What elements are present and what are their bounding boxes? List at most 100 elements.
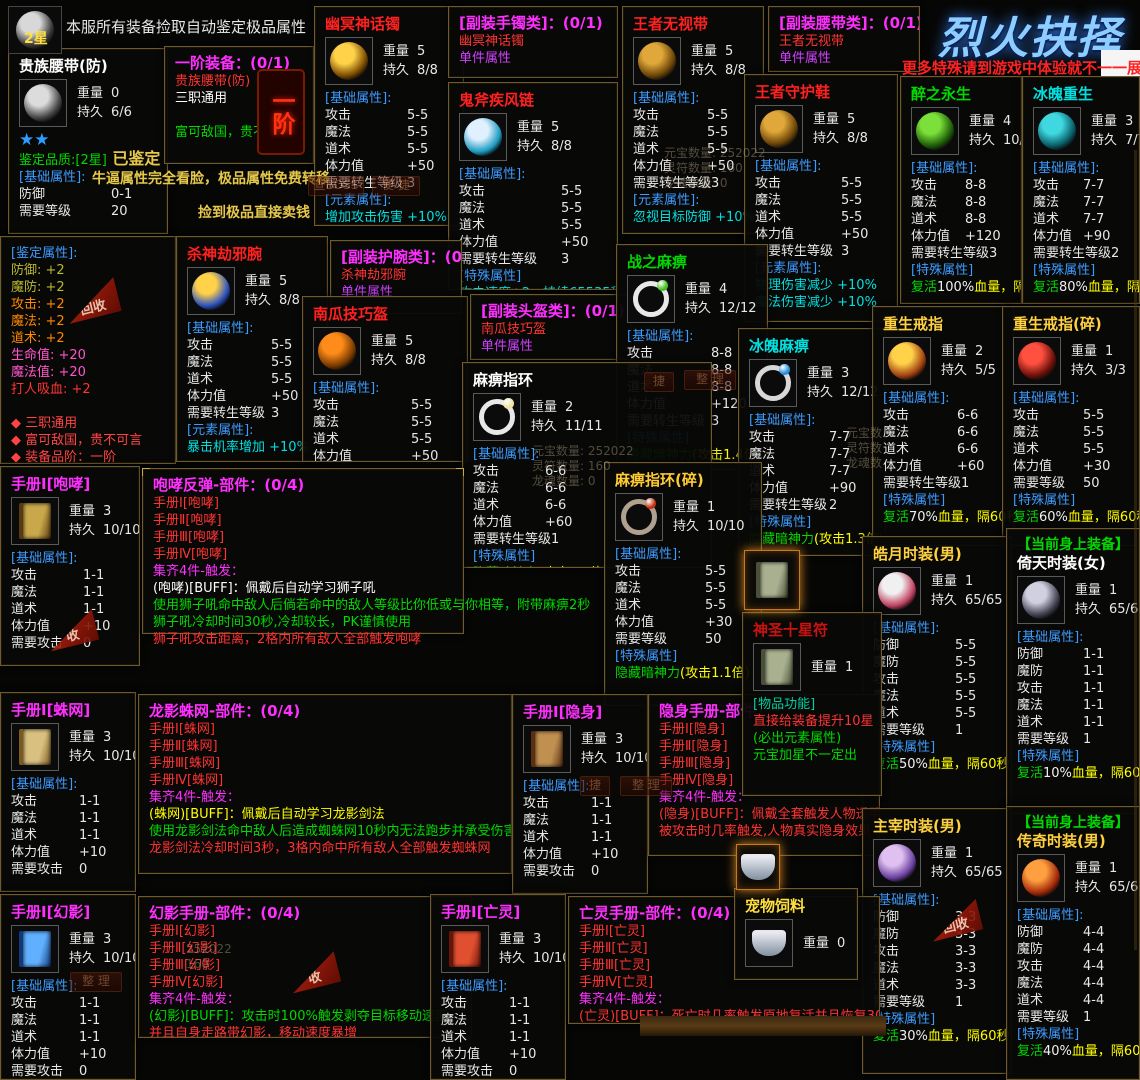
holy-charm-slot-icon[interactable]: [744, 550, 800, 610]
weight-label: 重量: [245, 274, 271, 289]
paralysis-ring-icon[interactable]: [473, 393, 521, 441]
weight-value: 3: [103, 932, 111, 947]
attr-value: 8-8: [965, 194, 1011, 211]
item-icon-row: 重量1持久3/3: [1013, 337, 1129, 385]
bg-info-line: 龙魂数量: 0: [664, 176, 766, 191]
item-icon-row: 重量3持久10/10: [523, 725, 637, 773]
manual-phantom-icon[interactable]: [11, 925, 59, 973]
manual-undead-icon[interactable]: [441, 925, 489, 973]
item-icon-row: 重量1持久65/65: [1017, 854, 1129, 902]
pet-food-icon[interactable]: [745, 919, 793, 967]
durability-label: 持久: [807, 385, 833, 400]
attr-value: 0: [79, 861, 125, 878]
attr-row: 体力值+50: [755, 226, 887, 243]
text-part: 手册Ⅳ[蛛网]: [149, 773, 223, 788]
attr-row: 体力值+120: [911, 228, 1011, 245]
quick-button[interactable]: 便 捷: [372, 176, 420, 196]
drunk-eternal-tooltip: 醉之永生重量4持久10/10[基础属性]:攻击8-8魔法8-8道术8-8体力值+…: [900, 76, 1022, 304]
rebirth-ring-icon[interactable]: [883, 337, 931, 385]
durability-value: 8/8: [405, 353, 426, 368]
attr-row: 魔法7-7: [1033, 194, 1129, 211]
attr-row: 魔法1-1: [1017, 697, 1129, 714]
noble-belt-icon[interactable]: [19, 79, 67, 127]
killgod-wrist-icon[interactable]: [187, 267, 235, 315]
item-title: 战之麻痹: [627, 253, 757, 272]
attr-label: 体力值: [313, 448, 352, 462]
king-belt-icon[interactable]: [633, 37, 681, 85]
weight-value: 1: [1109, 861, 1117, 876]
attr-row: 需要攻击0: [523, 863, 637, 880]
attr-row: 需要等级50: [1013, 475, 1129, 492]
manual-web-icon[interactable]: [11, 723, 59, 771]
section-header: [基础属性]:: [1013, 390, 1129, 407]
attr-row: 魔法5-5: [187, 354, 317, 371]
weight-line: 重量5: [813, 110, 868, 129]
set-line: 集齐4件-触发：: [153, 563, 453, 580]
ghost-bracelet-icon[interactable]: [325, 37, 373, 85]
attr-label: 魔法: [883, 424, 909, 441]
tidy-button[interactable]: 整 理: [70, 972, 122, 992]
durability-line: 持久8/8: [245, 291, 300, 310]
attr-row: 需要攻击0: [11, 861, 125, 878]
dress-yitian-tooltip: 【当前身上装备】倚天时装(女)重量1持久65/65[基础属性]:防御1-1魔防1…: [1006, 528, 1140, 814]
war-paralysis-icon[interactable]: [627, 275, 675, 323]
attr-row: 需要攻击0: [11, 1063, 125, 1080]
weight-value: 0: [837, 936, 845, 951]
durability-line: 持久65/65: [931, 863, 1002, 882]
text-part: 集齐4件-触发：: [149, 790, 240, 805]
text-part: 手册Ⅱ[隐身]: [659, 739, 728, 754]
dress-haoyue-icon[interactable]: [873, 567, 921, 615]
durability-value: 8/8: [847, 131, 868, 146]
tidy-button[interactable]: 整 理: [684, 370, 736, 390]
drunk-eternal-icon-glyph: [916, 112, 954, 150]
manual-roar-icon[interactable]: [11, 497, 59, 545]
text-part: 攻击速度+2，持续65535秒: [459, 286, 618, 290]
weight-label: 重量: [931, 574, 957, 589]
text-part: (攻击1.1倍): [680, 666, 750, 681]
pumpkin-helm-icon[interactable]: [313, 327, 361, 375]
tidy-button[interactable]: 整 理: [620, 776, 672, 796]
durability-label: 持久: [1075, 880, 1101, 895]
weight-label: 重量: [77, 86, 103, 101]
attr-label: 需要等级: [873, 994, 925, 1011]
weight-value: 4: [719, 282, 727, 297]
text-part: (蛛网)[BUFF]：佩戴后自动学习龙影剑法: [149, 807, 385, 822]
text-part: 魔法伤害减少 +10%: [755, 295, 877, 310]
quick-button[interactable]: 捷: [644, 372, 674, 392]
pet-food-slot-icon[interactable]: [736, 844, 780, 890]
set-line: ◆ 三职通用: [11, 415, 165, 432]
item-title: 主宰时装(男): [873, 817, 1001, 836]
manual-invis-icon[interactable]: [523, 725, 571, 773]
dress-chuanqi-icon[interactable]: [1017, 854, 1065, 902]
rebirth-ring-broken-icon[interactable]: [1013, 337, 1061, 385]
weight-durability: 重量1持久65/65: [931, 572, 1002, 610]
check-boss-button[interactable]: 查BOSS: [308, 176, 364, 196]
dress-zhuzai-icon[interactable]: [873, 839, 921, 887]
paralysis-ring-broken-icon[interactable]: [615, 493, 663, 541]
holy-star-charm-icon[interactable]: [753, 643, 801, 691]
attr-value: 5-5: [955, 688, 1001, 705]
weight-label: 重量: [813, 112, 839, 127]
item-icon-row: 重量5持久8/8: [313, 327, 457, 375]
set-line: [副装腰带类]：(0/1): [779, 15, 909, 33]
item-icon-row: 重量2持久11/11: [473, 393, 701, 441]
quick-button[interactable]: 捷: [580, 776, 610, 796]
text-part: 集齐4件-触发：: [149, 992, 240, 1007]
item-extra-line: ★★: [19, 132, 157, 150]
equipped-flag: 【当前身上装备】: [1017, 815, 1129, 832]
roar-set-tooltip: 咆哮反弹-部件：(0/4)手册Ⅰ[咆哮]手册Ⅱ[咆哮]手册Ⅲ[咆哮]手册Ⅳ[咆哮…: [142, 468, 464, 634]
attr-label: 需要等级: [1017, 731, 1069, 748]
dress-yitian-icon[interactable]: [1017, 576, 1065, 624]
holy-star-charm-tooltip: 神圣十星符重量1[物品功能]直接给装备提升10星(必出元素属性)元宝加星不一定出: [742, 612, 882, 796]
ice-paralysis-icon[interactable]: [749, 359, 797, 407]
drunk-eternal-icon[interactable]: [911, 107, 959, 155]
appraise-attrs-tooltip: [鉴定属性]:防御: +2魔防: +2攻击: +2魔法: +2道术: +2生命值…: [0, 236, 176, 464]
durability-value: 10/10: [533, 951, 566, 966]
item-title: 手册Ⅰ[蛛网]: [11, 701, 125, 720]
ghost-axe-chain-icon[interactable]: [459, 113, 507, 161]
text-part: 狮子吼攻击距离，2格内所有敌人全部触发咆哮: [153, 632, 421, 647]
text-part: 龙影蛛网-部件：(0/4): [149, 702, 300, 720]
attr-label: 需要等级: [615, 631, 667, 648]
ice-rebirth-icon[interactable]: [1033, 107, 1081, 155]
attr-label: 体力值: [911, 228, 950, 245]
